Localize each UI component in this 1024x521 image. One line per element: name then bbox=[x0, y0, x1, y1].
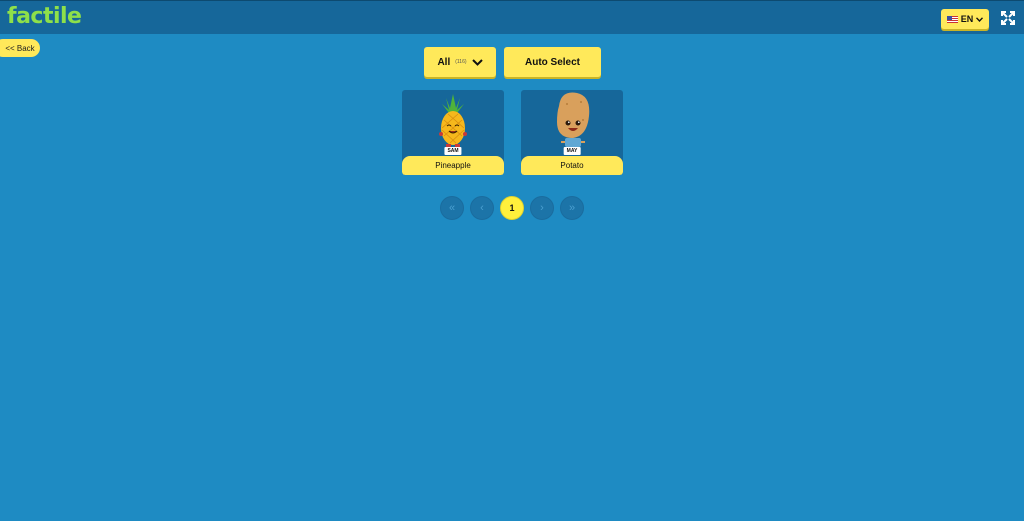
previous-page-button[interactable]: ‹ bbox=[470, 196, 494, 220]
character-card-potato[interactable]: MAY Potato bbox=[521, 90, 623, 175]
last-page-button[interactable]: » bbox=[560, 196, 584, 220]
filter-label: All bbox=[437, 56, 451, 68]
chevron-down-icon bbox=[471, 58, 483, 66]
character-card-pineapple[interactable]: SAM Pineapple bbox=[402, 90, 504, 175]
character-name-tag: SAM bbox=[444, 147, 462, 155]
pagination: « ‹ 1 › » bbox=[440, 196, 584, 220]
chevron-down-icon bbox=[976, 16, 984, 22]
back-button[interactable]: << Back bbox=[0, 39, 40, 57]
current-page-button[interactable]: 1 bbox=[500, 196, 524, 220]
character-name-tag: MAY bbox=[563, 147, 581, 155]
auto-select-button[interactable]: Auto Select bbox=[504, 47, 601, 77]
us-flag-icon bbox=[946, 15, 958, 23]
factile-logo[interactable]: factile bbox=[7, 4, 82, 29]
fullscreen-icon[interactable] bbox=[1001, 11, 1015, 25]
category-filter-dropdown[interactable]: All (116) bbox=[424, 47, 496, 77]
card-title: Potato bbox=[521, 156, 623, 175]
first-page-button[interactable]: « bbox=[440, 196, 464, 220]
card-title: Pineapple bbox=[402, 156, 504, 175]
filter-count: (116) bbox=[455, 59, 467, 65]
language-code: EN bbox=[960, 14, 974, 24]
top-bar: factile EN bbox=[0, 0, 1024, 34]
language-selector[interactable]: EN bbox=[941, 9, 989, 29]
next-page-button[interactable]: › bbox=[530, 196, 554, 220]
